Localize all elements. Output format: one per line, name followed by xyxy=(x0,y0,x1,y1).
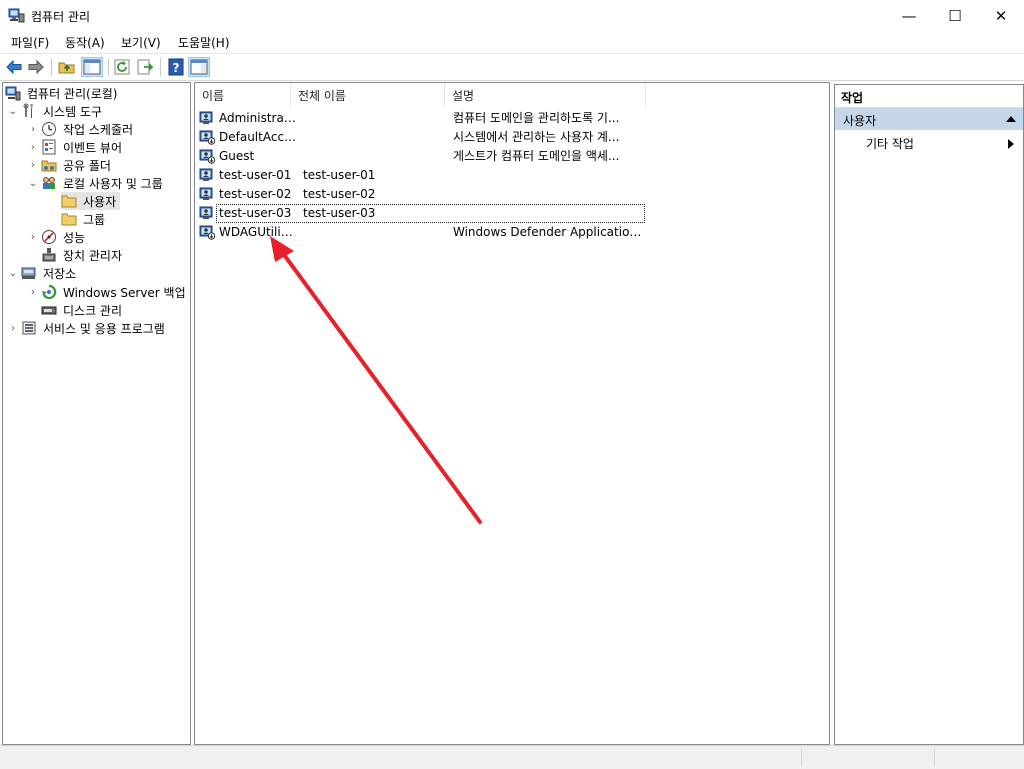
actions-header-label: 작업 xyxy=(841,91,864,105)
status-segment xyxy=(801,748,932,766)
more-actions-item[interactable]: 기타 작업 xyxy=(866,135,914,152)
actions-section-label: 사용자 xyxy=(843,114,877,128)
collapse-up-icon[interactable] xyxy=(1006,116,1016,122)
more-actions-label: 기타 작업 xyxy=(866,137,914,151)
actions-section-users[interactable]: 사용자 xyxy=(835,108,1023,130)
actions-header: 작업 xyxy=(835,85,1023,108)
status-bar xyxy=(0,745,1024,769)
actions-pane: 작업 사용자 기타 작업 xyxy=(834,84,1024,745)
status-segment xyxy=(934,748,1023,766)
submenu-arrow-icon xyxy=(1008,139,1014,149)
